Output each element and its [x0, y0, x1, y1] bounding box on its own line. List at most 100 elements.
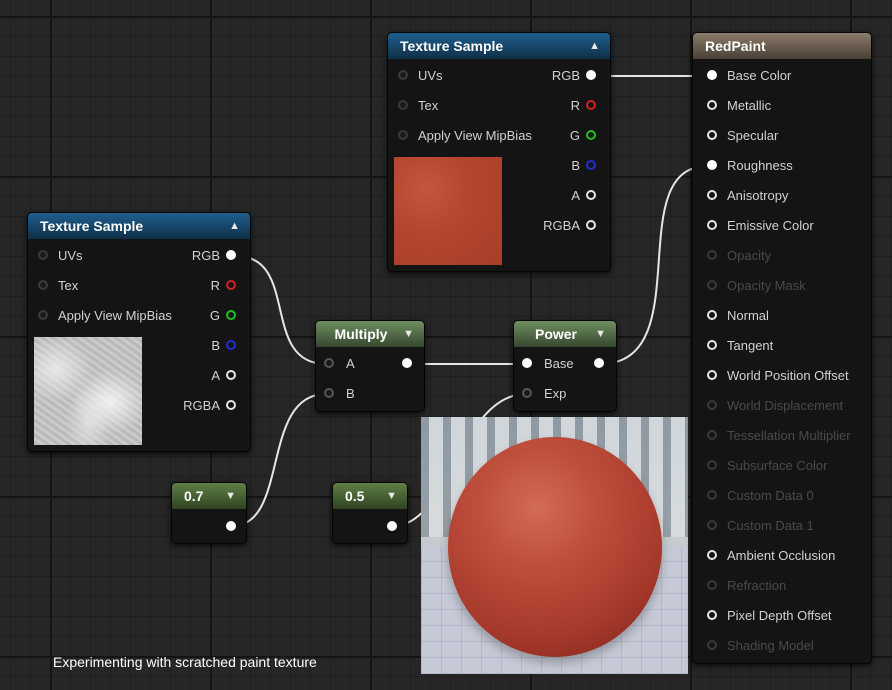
output-pin[interactable]	[394, 349, 424, 379]
pin-icon[interactable]	[707, 100, 717, 110]
pin-label: Opacity	[727, 248, 772, 263]
triangle-down-icon[interactable]: ▼	[595, 321, 606, 347]
constant-node-a[interactable]: 0.7 ▼	[171, 482, 247, 544]
pin-icon[interactable]	[586, 220, 596, 230]
output-pin-g[interactable]: G	[510, 121, 610, 151]
node-header[interactable]: Multiply ▼	[316, 321, 424, 347]
pin-icon[interactable]	[226, 310, 236, 320]
output-pin-a[interactable]: A	[510, 181, 610, 211]
pin-icon[interactable]	[707, 310, 717, 320]
output-pin-g[interactable]: G	[150, 301, 250, 331]
pin-label: B	[211, 338, 220, 353]
pin-icon[interactable]	[226, 521, 236, 531]
pin-icon[interactable]	[586, 160, 596, 170]
pin-icon[interactable]	[226, 370, 236, 380]
output-pin-rgb[interactable]: RGB	[150, 241, 250, 271]
material-result-node[interactable]: RedPaint Base Color Metallic Specular Rough…	[692, 32, 872, 664]
pin-icon[interactable]	[38, 280, 48, 290]
pin-icon[interactable]	[586, 130, 596, 140]
triangle-up-icon[interactable]: ▲	[589, 33, 600, 59]
pin-icon[interactable]	[707, 550, 717, 560]
texture-sample-node-left[interactable]: Texture Sample ▲ UVs Tex Apply View MipB…	[27, 212, 251, 452]
pin-label: Anisotropy	[727, 188, 789, 203]
output-pin[interactable]	[216, 512, 246, 542]
output-pin-r[interactable]: R	[150, 271, 250, 301]
pin-icon[interactable]	[707, 580, 717, 590]
pin-icon[interactable]	[707, 190, 717, 200]
pin-label: Pixel Depth Offset	[727, 608, 832, 623]
pin-label: RGB	[551, 68, 580, 83]
pin-icon[interactable]	[522, 358, 532, 368]
pin-icon[interactable]	[707, 520, 717, 530]
pin-icon[interactable]	[707, 250, 717, 260]
pin-icon[interactable]	[707, 370, 717, 380]
pin-icon[interactable]	[586, 100, 596, 110]
pin-label: G	[209, 308, 220, 323]
output-pin[interactable]	[586, 349, 616, 379]
pin-icon[interactable]	[586, 70, 596, 80]
output-pin-rgba[interactable]: RGBA	[150, 391, 250, 421]
pin-icon[interactable]	[226, 340, 236, 350]
pin-icon[interactable]	[707, 430, 717, 440]
triangle-down-icon[interactable]: ▼	[386, 483, 397, 509]
material-preview-viewport[interactable]	[421, 417, 688, 674]
pin-label: Exp	[544, 386, 567, 401]
pin-icon[interactable]	[707, 490, 717, 500]
pin-label: Emissive Color	[727, 218, 814, 233]
pin-icon[interactable]	[707, 400, 717, 410]
pin-icon[interactable]	[402, 358, 412, 368]
pin-label: Specular	[727, 128, 779, 143]
node-header[interactable]: Power ▼	[514, 321, 616, 347]
pin-icon[interactable]	[226, 400, 236, 410]
output-pin-b[interactable]: B	[510, 151, 610, 181]
pin-icon[interactable]	[707, 160, 717, 170]
pin-label: B	[346, 386, 355, 401]
texture-sample-node-top[interactable]: Texture Sample ▲ UVs Tex Apply View MipB…	[387, 32, 611, 272]
pin-icon[interactable]	[707, 280, 717, 290]
output-pin[interactable]	[377, 512, 407, 542]
triangle-down-icon[interactable]: ▼	[225, 483, 236, 509]
pin-label: UVs	[418, 68, 443, 83]
multiply-node[interactable]: Multiply ▼ A B	[315, 320, 425, 412]
node-header[interactable]: Texture Sample ▲	[388, 33, 610, 59]
pin-icon[interactable]	[324, 388, 334, 398]
pin-icon[interactable]	[226, 250, 236, 260]
node-header[interactable]: 0.7 ▼	[172, 483, 246, 509]
pin-icon[interactable]	[707, 610, 717, 620]
pin-label: Roughness	[727, 158, 793, 173]
pin-icon[interactable]	[594, 358, 604, 368]
texture-preview-scratch	[34, 337, 142, 445]
constant-node-b[interactable]: 0.5 ▼	[332, 482, 408, 544]
power-node[interactable]: Power ▼ Base Exp	[513, 320, 617, 412]
triangle-up-icon[interactable]: ▲	[229, 213, 240, 239]
pin-icon[interactable]	[707, 340, 717, 350]
pin-icon[interactable]	[387, 521, 397, 531]
pin-icon[interactable]	[707, 220, 717, 230]
constant-value: 0.5	[345, 488, 365, 504]
node-header[interactable]: RedPaint	[693, 33, 871, 59]
output-pin-rgb[interactable]: RGB	[510, 61, 610, 91]
output-pin-rgba[interactable]: RGBA	[510, 211, 610, 241]
node-header[interactable]: 0.5 ▼	[333, 483, 407, 509]
pin-icon[interactable]	[707, 460, 717, 470]
pin-icon[interactable]	[707, 70, 717, 80]
pin-label: Base Color	[727, 68, 792, 83]
output-pin-b[interactable]: B	[150, 331, 250, 361]
output-pin-r[interactable]: R	[510, 91, 610, 121]
node-header[interactable]: Texture Sample ▲	[28, 213, 250, 239]
pin-icon[interactable]	[707, 640, 717, 650]
pin-icon[interactable]	[522, 388, 532, 398]
pin-icon[interactable]	[226, 280, 236, 290]
pin-icon[interactable]	[324, 358, 334, 368]
pin-icon[interactable]	[707, 130, 717, 140]
pin-icon[interactable]	[38, 250, 48, 260]
pin-label: UVs	[58, 248, 83, 263]
output-pin-a[interactable]: A	[150, 361, 250, 391]
pin-icon[interactable]	[38, 310, 48, 320]
pin-icon[interactable]	[398, 70, 408, 80]
pin-icon[interactable]	[398, 130, 408, 140]
triangle-down-icon[interactable]: ▼	[403, 321, 414, 347]
pin-icon[interactable]	[398, 100, 408, 110]
constant-value: 0.7	[184, 488, 204, 504]
pin-icon[interactable]	[586, 190, 596, 200]
